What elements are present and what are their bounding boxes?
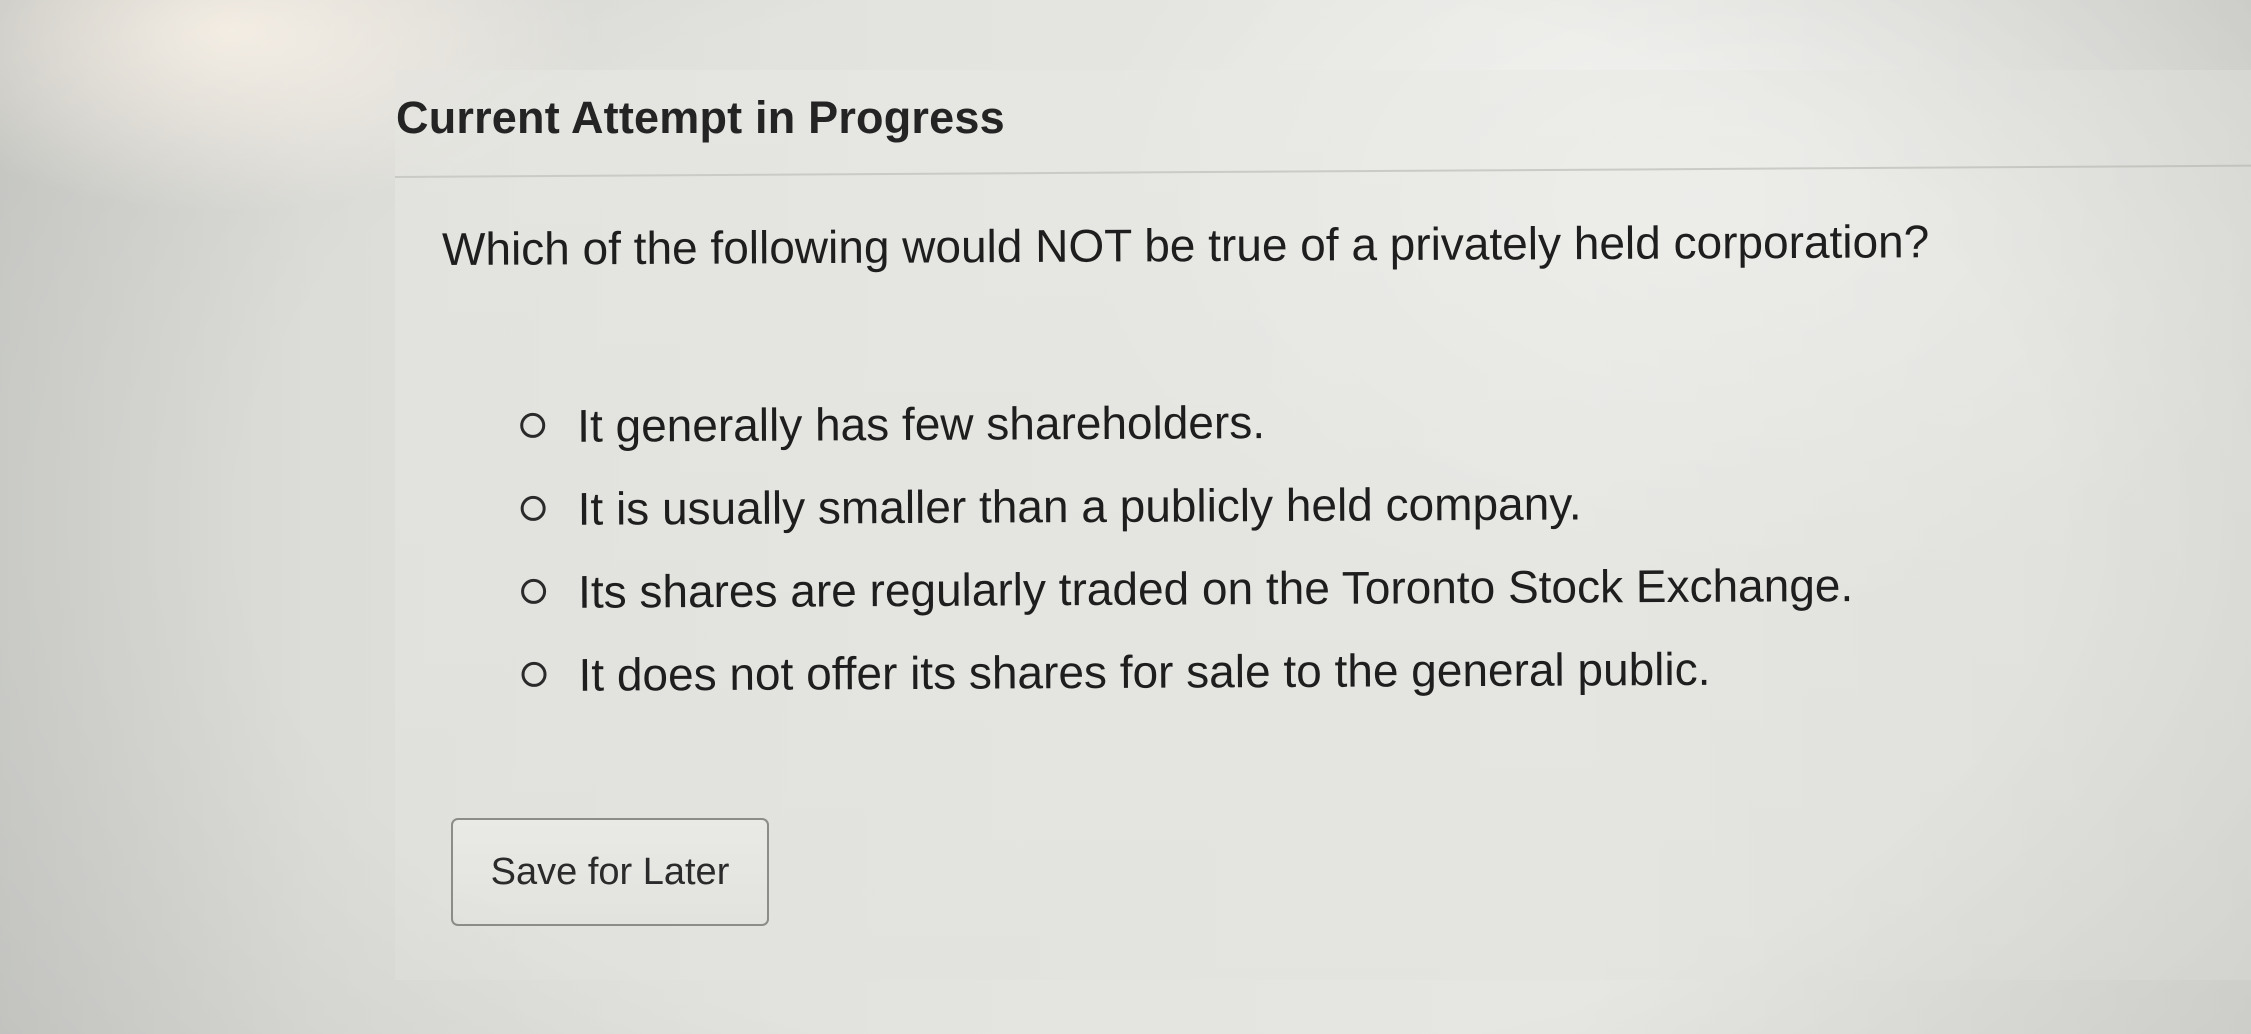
attempt-status-title: Current Attempt in Progress — [396, 92, 1005, 143]
answer-option-2[interactable]: It is usually smaller than a publicly he… — [520, 460, 1853, 550]
answer-option-label: Its shares are regularly traded on the T… — [577, 558, 1854, 618]
radio-button-icon[interactable] — [520, 495, 546, 521]
radio-button-icon[interactable] — [521, 578, 547, 604]
save-for-later-button[interactable]: Save for Later — [451, 818, 769, 926]
answer-option-1[interactable]: It generally has few shareholders. — [520, 377, 1853, 467]
radio-button-icon[interactable] — [520, 412, 546, 438]
answer-options: It generally has few shareholders. It is… — [520, 377, 1854, 716]
answer-option-label: It is usually smaller than a publicly he… — [577, 476, 1582, 535]
answer-option-4[interactable]: It does not offer its shares for sale to… — [521, 626, 1854, 716]
answer-option-3[interactable]: Its shares are regularly traded on the T… — [521, 543, 1854, 633]
radio-button-icon[interactable] — [521, 661, 547, 687]
answer-option-label: It does not offer its shares for sale to… — [578, 642, 1711, 701]
question-text: Which of the following would NOT be true… — [441, 215, 1930, 275]
answer-option-label: It generally has few shareholders. — [577, 395, 1266, 452]
